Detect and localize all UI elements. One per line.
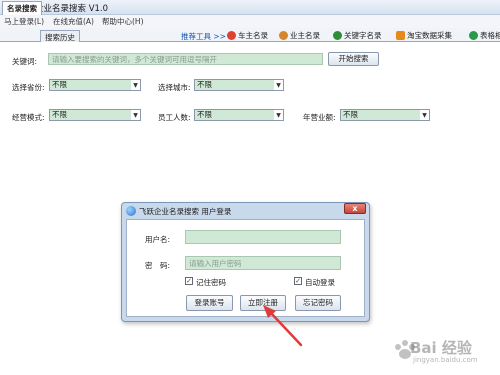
business-mode-value: 不限 — [50, 110, 131, 120]
revenue-label: 年营业额: — [303, 113, 336, 122]
revenue-select[interactable]: 不限 ▼ — [340, 109, 430, 121]
tab-search-history[interactable]: 搜索历史 — [40, 30, 80, 42]
province-select[interactable]: 不限 ▼ — [49, 79, 141, 91]
business-mode-label: 经营模式: — [12, 113, 45, 122]
remember-password-label: 记住密码 — [196, 278, 226, 287]
city-label: 选择城市: — [158, 83, 191, 92]
tool-car-owner[interactable]: 车主名录 — [227, 30, 268, 41]
business-mode-select[interactable]: 不限 ▼ — [49, 109, 141, 121]
chevron-down-icon: ▼ — [274, 110, 283, 120]
staff-count-select[interactable]: 不限 ▼ — [194, 109, 284, 121]
watermark-text: Bai 经验 — [410, 339, 472, 357]
app-logo-icon — [126, 206, 136, 216]
city-value: 不限 — [195, 80, 274, 90]
staff-count-label: 员工人数: — [158, 113, 191, 122]
taobao-icon — [396, 31, 405, 40]
password-label: 密 码: — [145, 261, 171, 270]
password-input[interactable]: 请输入用户密码 — [185, 256, 341, 270]
province-value: 不限 — [50, 80, 131, 90]
dialog-title: 飞跃企业名录搜索 用户登录 — [139, 207, 232, 216]
register-button[interactable]: 立即注册 — [240, 295, 286, 311]
close-button[interactable]: x — [344, 203, 366, 214]
tool-label: 关键字名录 — [344, 31, 382, 40]
tool-label: 表格相 — [480, 31, 500, 40]
table-icon — [469, 31, 478, 40]
auto-login-label: 自动登录 — [305, 278, 335, 287]
tool-keyword[interactable]: 关键字名录 — [333, 30, 382, 41]
forgot-password-button[interactable]: 忘记密码 — [295, 295, 341, 311]
login-button[interactable]: 登录账号 — [186, 295, 233, 311]
menu-recharge[interactable]: 在线充值(A) — [53, 16, 94, 27]
tool-owner[interactable]: 业主名录 — [279, 30, 320, 41]
city-select[interactable]: 不限 ▼ — [194, 79, 284, 91]
username-input[interactable] — [185, 230, 341, 244]
chevron-down-icon: ▼ — [131, 110, 140, 120]
keyword-input[interactable]: 请输入要搜索的关键词，多个关键词可用逗号隔开 — [48, 53, 323, 65]
tool-taobao[interactable]: 淘宝数据采集 — [396, 30, 452, 41]
auto-login-checkbox[interactable]: ✓ — [294, 277, 302, 285]
keyword-icon — [333, 31, 342, 40]
start-search-button[interactable]: 开始搜索 — [328, 52, 379, 66]
tab-directory-search[interactable]: 名录搜索 — [2, 1, 42, 15]
staff-count-value: 不限 — [195, 110, 274, 120]
tool-label: 业主名录 — [290, 31, 320, 40]
tool-label: 车主名录 — [238, 31, 268, 40]
recommend-tools-label: 推荐工具 >> — [181, 32, 226, 41]
tool-table[interactable]: 表格相 — [469, 30, 500, 41]
menu-login[interactable]: 马上登录(L) — [4, 16, 44, 27]
tool-label: 淘宝数据采集 — [407, 31, 452, 40]
owner-icon — [279, 31, 288, 40]
car-owner-icon — [227, 31, 236, 40]
chevron-down-icon: ▼ — [131, 80, 140, 90]
remember-password-checkbox[interactable]: ✓ — [185, 277, 193, 285]
watermark-subtext: jingyan.baidu.com — [413, 356, 478, 364]
menu-help[interactable]: 帮助中心(H) — [102, 16, 144, 27]
revenue-value: 不限 — [341, 110, 420, 120]
province-label: 选择省份: — [12, 83, 45, 92]
chevron-down-icon: ▼ — [420, 110, 429, 120]
username-label: 用户名: — [145, 235, 171, 244]
chevron-down-icon: ▼ — [274, 80, 283, 90]
keyword-label: 关键词: — [12, 57, 38, 66]
